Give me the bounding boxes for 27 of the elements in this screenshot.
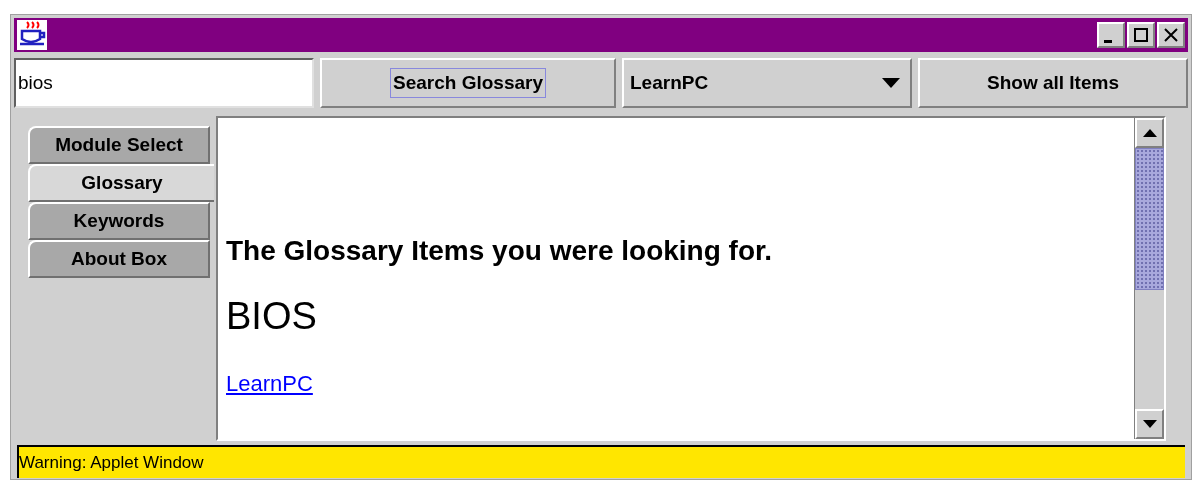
side-tab[interactable]: Glossary [28, 164, 214, 202]
maximize-button[interactable] [1127, 22, 1155, 48]
status-text: Warning: Applet Window [19, 451, 204, 474]
scroll-down-button[interactable] [1135, 409, 1164, 439]
coffee-cup-icon [17, 20, 47, 50]
down-arrow-icon [1142, 420, 1157, 428]
minimize-icon [1104, 39, 1112, 43]
glossary-term: BIOS [226, 294, 318, 339]
module-dropdown[interactable]: LearnPC [622, 58, 912, 108]
search-field[interactable]: bios [14, 58, 314, 108]
vertical-scrollbar[interactable] [1134, 118, 1164, 439]
module-link[interactable]: LearnPC [226, 367, 313, 400]
side-tab[interactable]: Keywords [28, 202, 210, 240]
close-button[interactable] [1157, 22, 1185, 48]
scroll-up-button[interactable] [1135, 118, 1164, 148]
minimize-button[interactable] [1097, 22, 1125, 48]
up-arrow-icon [1142, 129, 1157, 137]
dropdown-value: LearnPC [630, 70, 709, 95]
close-icon [1164, 28, 1178, 42]
search-glossary-button[interactable]: Search Glossary [390, 67, 546, 99]
caret-icon [882, 78, 900, 88]
maximize-icon [1134, 28, 1148, 42]
side-tab[interactable]: Module Select [28, 126, 210, 164]
show-all-items-button[interactable]: Show all Items [918, 58, 1188, 108]
results-heading: The Glossary Items you were looking for. [226, 234, 774, 268]
side-tab[interactable]: About Box [28, 240, 210, 278]
scroll-thumb[interactable] [1135, 148, 1164, 290]
